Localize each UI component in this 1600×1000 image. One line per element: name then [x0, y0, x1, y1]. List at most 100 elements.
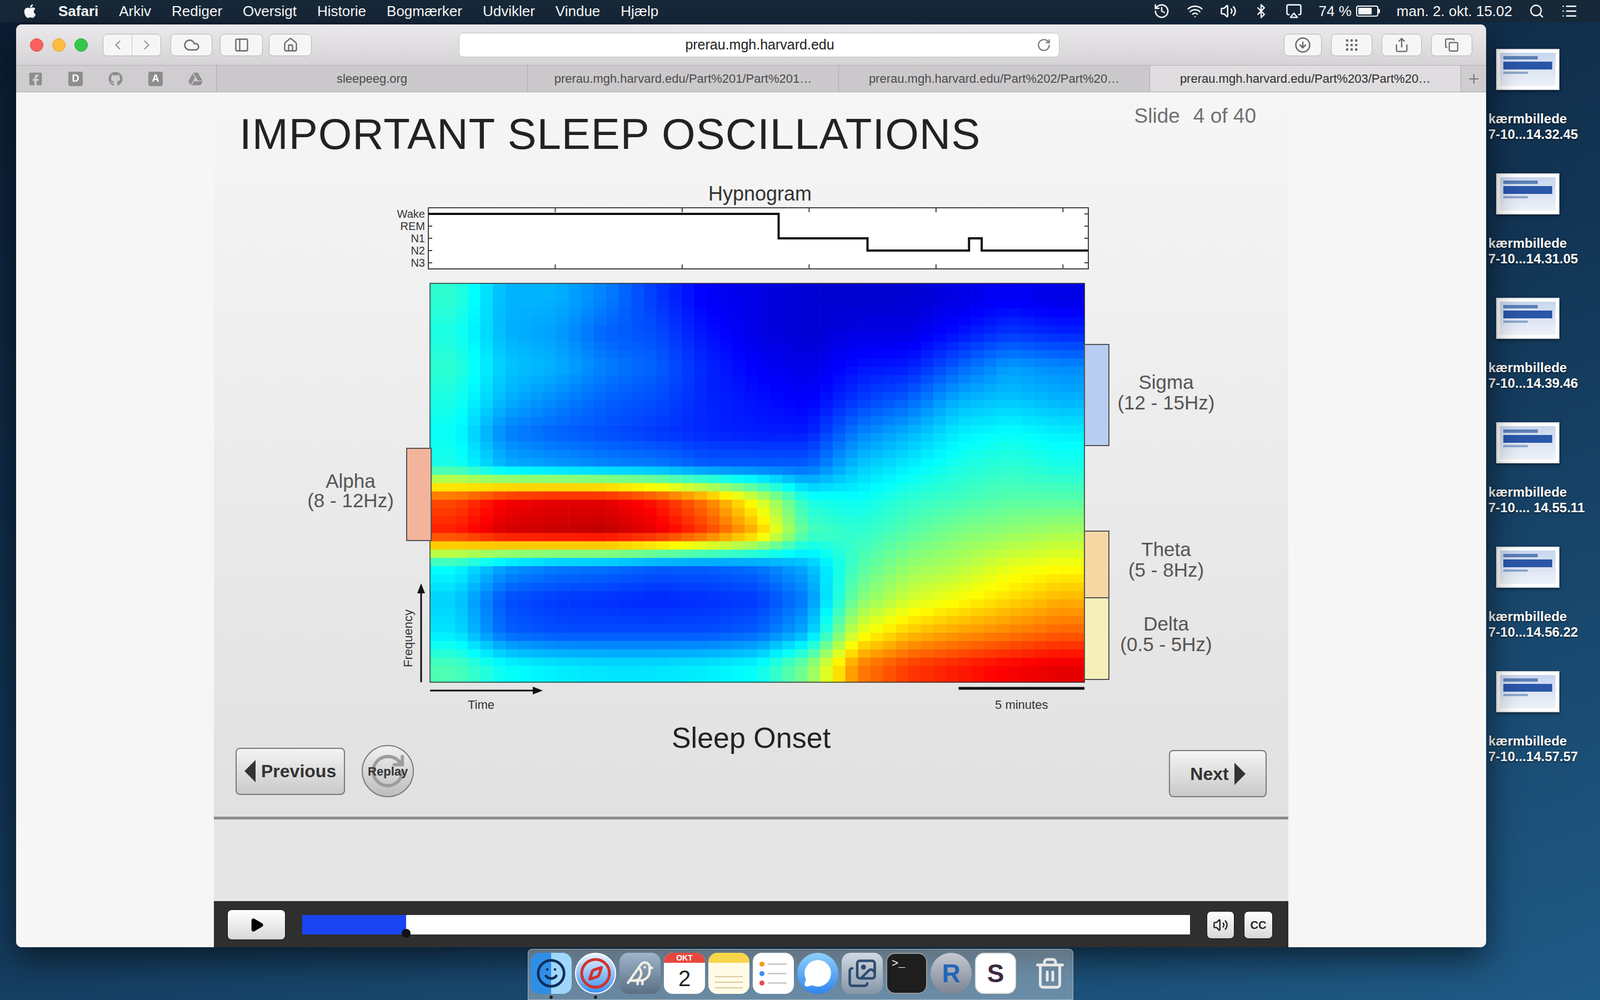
menu-item[interactable]: Historie: [317, 0, 367, 23]
menu-bar: Safari Arkiv Rediger Oversigt Historie Bogmær…: [0, 0, 1600, 23]
icloud-button[interactable]: [170, 33, 213, 57]
desktop-file[interactable]: kærmbillede7-10...14.32.45: [1488, 48, 1585, 143]
desktop-icons: kærmbillede7-10...14.32.45kærmbillede7-1…: [1488, 48, 1585, 765]
bluetooth-icon[interactable]: [1253, 3, 1269, 19]
dock-item[interactable]: OKT2: [663, 952, 705, 999]
dock-item[interactable]: [575, 952, 617, 999]
replay-button[interactable]: Replay: [361, 745, 414, 798]
calendar-month: OKT: [663, 952, 705, 963]
top-sites-button[interactable]: [1331, 33, 1373, 57]
dock-item[interactable]: [841, 952, 883, 999]
tab[interactable]: prerau.mgh.harvard.edu/Part%201/Part%201…: [527, 65, 839, 92]
dock-item[interactable]: [530, 952, 572, 999]
github-icon[interactable]: [108, 71, 123, 87]
play-button[interactable]: [227, 909, 286, 940]
menu-item[interactable]: Rediger: [171, 0, 223, 23]
reload-icon[interactable]: [1036, 37, 1052, 53]
address-bar[interactable]: prerau.mgh.harvard.edu: [458, 32, 1060, 58]
dock-item[interactable]: >_: [886, 952, 928, 999]
hypnogram-tick: [1062, 207, 1064, 269]
menu-item[interactable]: Hjælp: [620, 0, 659, 23]
home-button[interactable]: [268, 33, 312, 57]
facebook-icon[interactable]: [28, 71, 43, 87]
menu-app[interactable]: Safari: [58, 0, 99, 23]
file-thumbnail: [1496, 422, 1560, 464]
svg-text:REM: REM: [400, 220, 425, 233]
svg-text:N1: N1: [410, 232, 425, 245]
wifi-icon[interactable]: [1186, 2, 1204, 20]
bird-icon: [625, 958, 655, 988]
bookmarks: DA: [16, 65, 217, 92]
dock-item[interactable]: [708, 952, 750, 999]
tab[interactable]: prerau.mgh.harvard.edu/Part%202/Part%20…: [838, 65, 1150, 92]
desktop-file[interactable]: kærmbillede7-10...14.31.05: [1488, 173, 1585, 267]
bookmark[interactable]: D: [68, 71, 83, 87]
calendar-day: 2: [678, 962, 691, 994]
next-button[interactable]: Next: [1168, 750, 1267, 798]
menu-item[interactable]: Oversigt: [242, 0, 297, 23]
downloads-button[interactable]: [1283, 33, 1322, 57]
minimize-button[interactable]: [52, 38, 66, 52]
scale-bar: 5 minutes: [958, 688, 1085, 712]
desktop-file[interactable]: kærmbillede7-10...14.39.46: [1488, 297, 1585, 392]
running-indicator: [949, 995, 953, 999]
file-subtitle: 7-10...14.57.57: [1488, 748, 1585, 765]
airplay-icon[interactable]: [1285, 2, 1303, 20]
new-tab-button[interactable]: [1460, 65, 1487, 92]
progress-track[interactable]: [302, 915, 1190, 935]
dock-item[interactable]: [619, 952, 661, 999]
close-button[interactable]: [30, 38, 44, 52]
dock-item[interactable]: [797, 952, 839, 999]
bookmark[interactable]: A: [148, 71, 163, 87]
file-subtitle: 7-10...14.39.46: [1488, 375, 1585, 392]
dock-item[interactable]: [1029, 952, 1071, 999]
tab[interactable]: sleepeeg.org: [216, 65, 528, 92]
desktop-file[interactable]: kærmbillede7-10...14.57.57: [1488, 671, 1585, 765]
share-button[interactable]: [1381, 33, 1422, 57]
battery[interactable]: 74 %: [1318, 0, 1380, 23]
captions-button[interactable]: CC: [1243, 911, 1273, 939]
desktop-file[interactable]: kærmbillede7-10...14.56.22: [1488, 546, 1585, 640]
volume-button[interactable]: [1206, 911, 1235, 939]
grid-icon: [1343, 37, 1360, 53]
menu-item[interactable]: Udvikler: [482, 0, 535, 23]
spotlight-icon[interactable]: [1528, 3, 1545, 19]
menu-clock[interactable]: man. 2. okt. 15.02: [1396, 0, 1513, 23]
previous-button[interactable]: Previous: [235, 747, 345, 795]
forward-icon: [138, 37, 155, 53]
dock-item[interactable]: S: [975, 952, 1017, 999]
hypnogram-tick: [935, 207, 937, 269]
right-arrow-icon: [1234, 762, 1246, 785]
svg-text:(5 - 8Hz): (5 - 8Hz): [1128, 558, 1204, 581]
progress-knob[interactable]: [401, 928, 411, 938]
menu-item[interactable]: Bogmærker: [386, 0, 463, 23]
forward-button[interactable]: [132, 34, 161, 56]
time-machine-icon[interactable]: [1153, 2, 1170, 20]
volume-icon[interactable]: [1220, 2, 1237, 20]
slide: IMPORTANT SLEEP OSCILLATIONSSlide4 of 40…: [213, 92, 1289, 817]
slide-header: IMPORTANT SLEEP OSCILLATIONSSlide4 of 40: [213, 92, 1289, 156]
running-indicator: [771, 995, 775, 999]
tab-label: prerau.mgh.harvard.edu/Part%201/Part%201…: [554, 69, 812, 88]
menu-item[interactable]: Arkiv: [118, 0, 152, 23]
apple-icon[interactable]: [22, 3, 38, 19]
tabs-button[interactable]: [1431, 33, 1473, 57]
tab[interactable]: prerau.mgh.harvard.edu/Part%203/Part%20…: [1149, 65, 1461, 92]
slide-caption: Sleep Onset: [671, 721, 831, 755]
zoom-button[interactable]: [74, 38, 88, 52]
file-thumbnail: [1496, 48, 1560, 90]
hypnogram-frame: [428, 207, 1089, 269]
band-marker: Alpha(8 - 12Hz): [307, 448, 432, 541]
spectrogram: [430, 283, 1085, 683]
menu-item[interactable]: Vindue: [555, 0, 601, 23]
sidebar-button[interactable]: [220, 33, 263, 57]
dock-item[interactable]: R: [930, 952, 972, 999]
file-title: kærmbillede: [1488, 484, 1585, 500]
notifications-icon[interactable]: [1561, 2, 1578, 20]
dock-item[interactable]: [752, 952, 794, 999]
drive-icon[interactable]: [188, 71, 203, 87]
desktop-file[interactable]: kærmbillede7-10.... 14.55.11: [1488, 422, 1585, 516]
running-indicator: [727, 995, 731, 999]
page-content: IMPORTANT SLEEP OSCILLATIONSSlide4 of 40…: [16, 92, 1487, 948]
back-button[interactable]: [103, 34, 133, 56]
